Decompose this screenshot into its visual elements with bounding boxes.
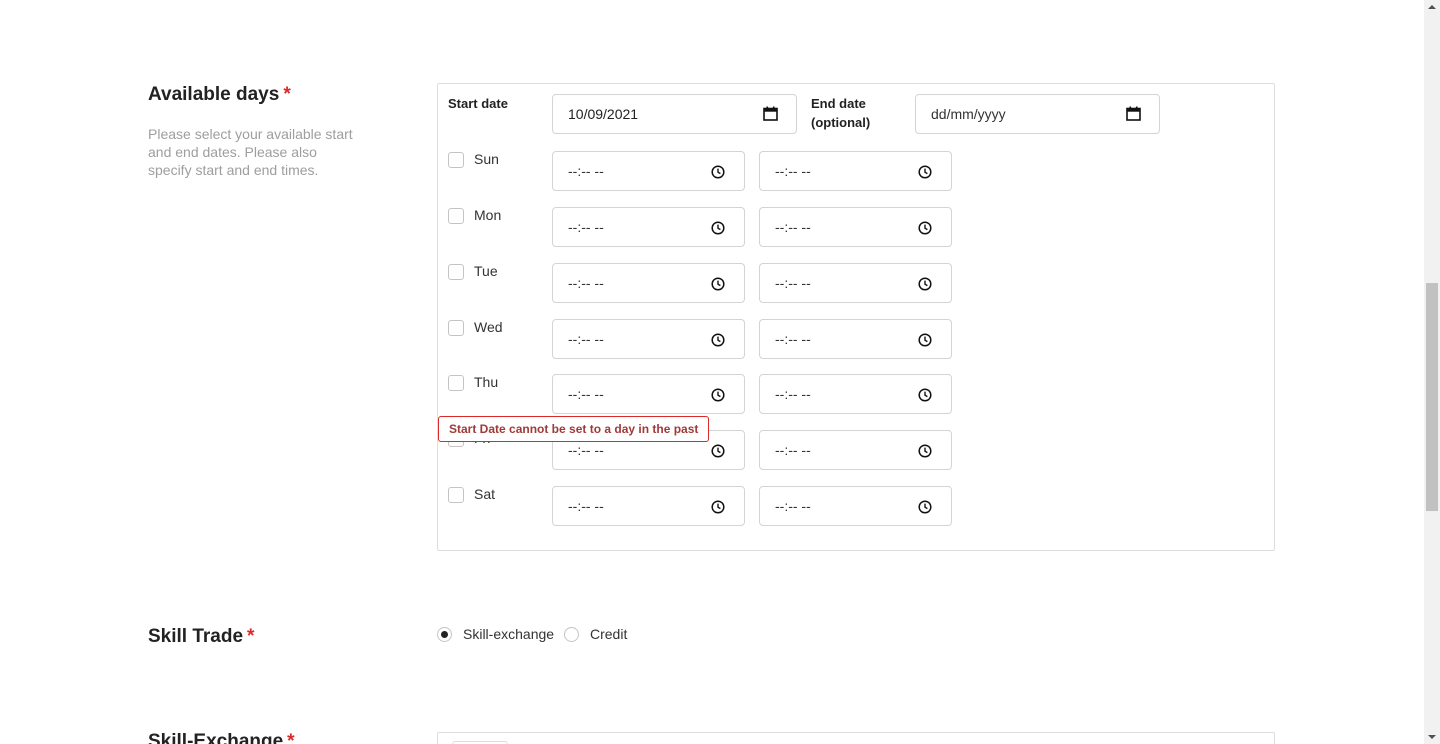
clock-icon[interactable] [711, 277, 725, 291]
scroll-down-arrow-icon[interactable] [1428, 735, 1436, 739]
time-placeholder: --:-- -- [568, 442, 604, 458]
clock-icon[interactable] [918, 277, 932, 291]
clock-icon[interactable] [918, 500, 932, 514]
clock-icon[interactable] [711, 333, 725, 347]
calendar-icon[interactable] [1126, 106, 1141, 121]
start-date-error: Start Date cannot be set to a day in the… [438, 416, 710, 442]
sat-end-time-input[interactable]: --:-- -- [759, 486, 952, 526]
thu-start-time-input[interactable]: --:-- -- [552, 374, 745, 414]
time-placeholder: --:-- -- [568, 386, 604, 402]
end-date-input[interactable]: dd/mm/yyyy [915, 94, 1160, 134]
time-placeholder: --:-- -- [775, 498, 811, 514]
day-checkbox-tue[interactable] [448, 264, 464, 280]
day-checkbox-wed[interactable] [448, 320, 464, 336]
end-date-label-line1: End date [811, 96, 866, 111]
time-placeholder: --:-- -- [568, 163, 604, 179]
skill-exchange-heading: Skill-Exchange * [148, 731, 295, 744]
day-label-thu: Thu [474, 374, 499, 390]
available-days-heading: Available days * [148, 84, 291, 106]
calendar-icon[interactable] [763, 106, 778, 121]
vertical-scrollbar[interactable] [1424, 0, 1440, 744]
fri-end-time-input[interactable]: --:-- -- [759, 430, 952, 470]
time-placeholder: --:-- -- [568, 219, 604, 235]
sun-start-time-input[interactable]: --:-- -- [552, 151, 745, 191]
start-date-input[interactable]: 10/09/2021 [552, 94, 797, 134]
end-date-placeholder: dd/mm/yyyy [931, 106, 1006, 122]
skill-exchange-radio[interactable] [437, 627, 452, 642]
clock-icon[interactable] [711, 221, 725, 235]
scroll-up-arrow-icon[interactable] [1428, 5, 1436, 9]
clock-icon[interactable] [711, 444, 725, 458]
required-mark: * [283, 84, 291, 105]
day-label-wed: Wed [474, 319, 503, 335]
clock-icon[interactable] [918, 333, 932, 347]
credit-radio[interactable] [564, 627, 579, 642]
time-placeholder: --:-- -- [568, 331, 604, 347]
day-label-mon: Mon [474, 207, 502, 223]
day-checkbox-mon[interactable] [448, 208, 464, 224]
clock-icon[interactable] [918, 388, 932, 402]
start-date-label: Start date [448, 96, 508, 111]
tue-start-time-input[interactable]: --:-- -- [552, 263, 745, 303]
time-placeholder: --:-- -- [568, 498, 604, 514]
clock-icon[interactable] [711, 388, 725, 402]
thu-end-time-input[interactable]: --:-- -- [759, 374, 952, 414]
clock-icon[interactable] [711, 500, 725, 514]
clock-icon[interactable] [918, 165, 932, 179]
clock-icon[interactable] [918, 221, 932, 235]
credit-label[interactable]: Credit [590, 626, 627, 642]
time-placeholder: --:-- -- [775, 219, 811, 235]
day-checkbox-sun[interactable] [448, 152, 464, 168]
mon-start-time-input[interactable]: --:-- -- [552, 207, 745, 247]
clock-icon[interactable] [711, 165, 725, 179]
end-date-label: End date (optional) [811, 94, 870, 132]
sun-end-time-input[interactable]: --:-- -- [759, 151, 952, 191]
day-label-sun: Sun [474, 151, 499, 167]
wed-end-time-input[interactable]: --:-- -- [759, 319, 952, 359]
required-mark: * [247, 626, 255, 647]
scroll-thumb[interactable] [1426, 283, 1438, 511]
available-days-title: Available days [148, 84, 280, 105]
end-date-label-line2: (optional) [811, 115, 871, 130]
skill-trade-heading: Skill Trade * [148, 626, 254, 648]
time-placeholder: --:-- -- [775, 442, 811, 458]
time-placeholder: --:-- -- [775, 275, 811, 291]
time-placeholder: --:-- -- [775, 163, 811, 179]
skill-trade-title: Skill Trade [148, 626, 244, 647]
clock-icon[interactable] [918, 444, 932, 458]
wed-start-time-input[interactable]: --:-- -- [552, 319, 745, 359]
time-placeholder: --:-- -- [775, 331, 811, 347]
available-days-description: Please select your available start and e… [148, 126, 353, 178]
skill-exchange-title: Skill-Exchange [148, 731, 284, 744]
required-mark: * [287, 731, 295, 744]
time-placeholder: --:-- -- [568, 275, 604, 291]
start-date-value: 10/09/2021 [568, 106, 639, 122]
day-checkbox-thu[interactable] [448, 375, 464, 391]
skill-exchange-label[interactable]: Skill-exchange [463, 626, 554, 642]
day-label-sat: Sat [474, 486, 496, 502]
skill-exchange-panel [437, 732, 1275, 744]
page: Available days * Please select your avail… [0, 0, 1424, 744]
sat-start-time-input[interactable]: --:-- -- [552, 486, 745, 526]
day-label-tue: Tue [474, 263, 498, 279]
mon-end-time-input[interactable]: --:-- -- [759, 207, 952, 247]
time-placeholder: --:-- -- [775, 386, 811, 402]
tue-end-time-input[interactable]: --:-- -- [759, 263, 952, 303]
day-checkbox-sat[interactable] [448, 487, 464, 503]
